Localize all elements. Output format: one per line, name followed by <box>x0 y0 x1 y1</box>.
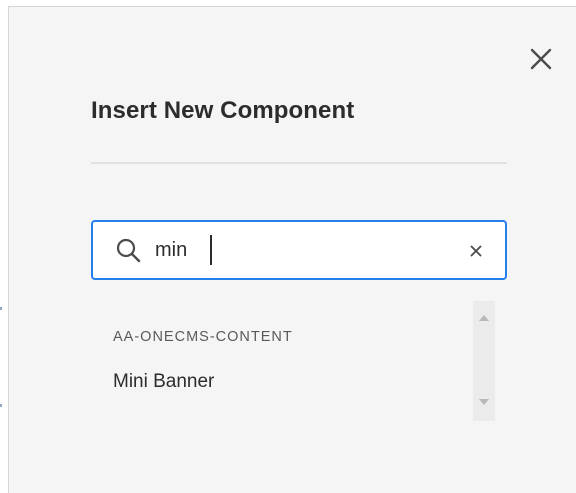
page: Insert New Component AA-ONECMS-CONTENT M… <box>0 0 576 493</box>
title-divider <box>91 162 507 164</box>
search-input[interactable] <box>155 232 455 268</box>
text-cursor <box>210 235 212 265</box>
close-button[interactable] <box>525 43 557 75</box>
close-icon <box>530 48 552 70</box>
insert-component-dialog: Insert New Component AA-ONECMS-CONTENT M… <box>8 6 576 493</box>
clear-search-button[interactable] <box>467 242 485 260</box>
caret-up-icon[interactable] <box>479 315 489 321</box>
backdrop-edge-mark <box>0 307 2 310</box>
result-item-mini-banner[interactable]: Mini Banner <box>113 371 214 393</box>
search-icon <box>116 238 141 263</box>
result-group-heading: AA-ONECMS-CONTENT <box>113 329 293 345</box>
search-results: AA-ONECMS-CONTENT Mini Banner <box>91 301 507 421</box>
results-scrollbar[interactable] <box>473 301 495 421</box>
search-field[interactable] <box>91 220 507 280</box>
caret-down-icon[interactable] <box>479 399 489 405</box>
dialog-title: Insert New Component <box>91 97 355 124</box>
clear-icon <box>470 245 482 257</box>
backdrop-edge-mark <box>0 404 2 407</box>
